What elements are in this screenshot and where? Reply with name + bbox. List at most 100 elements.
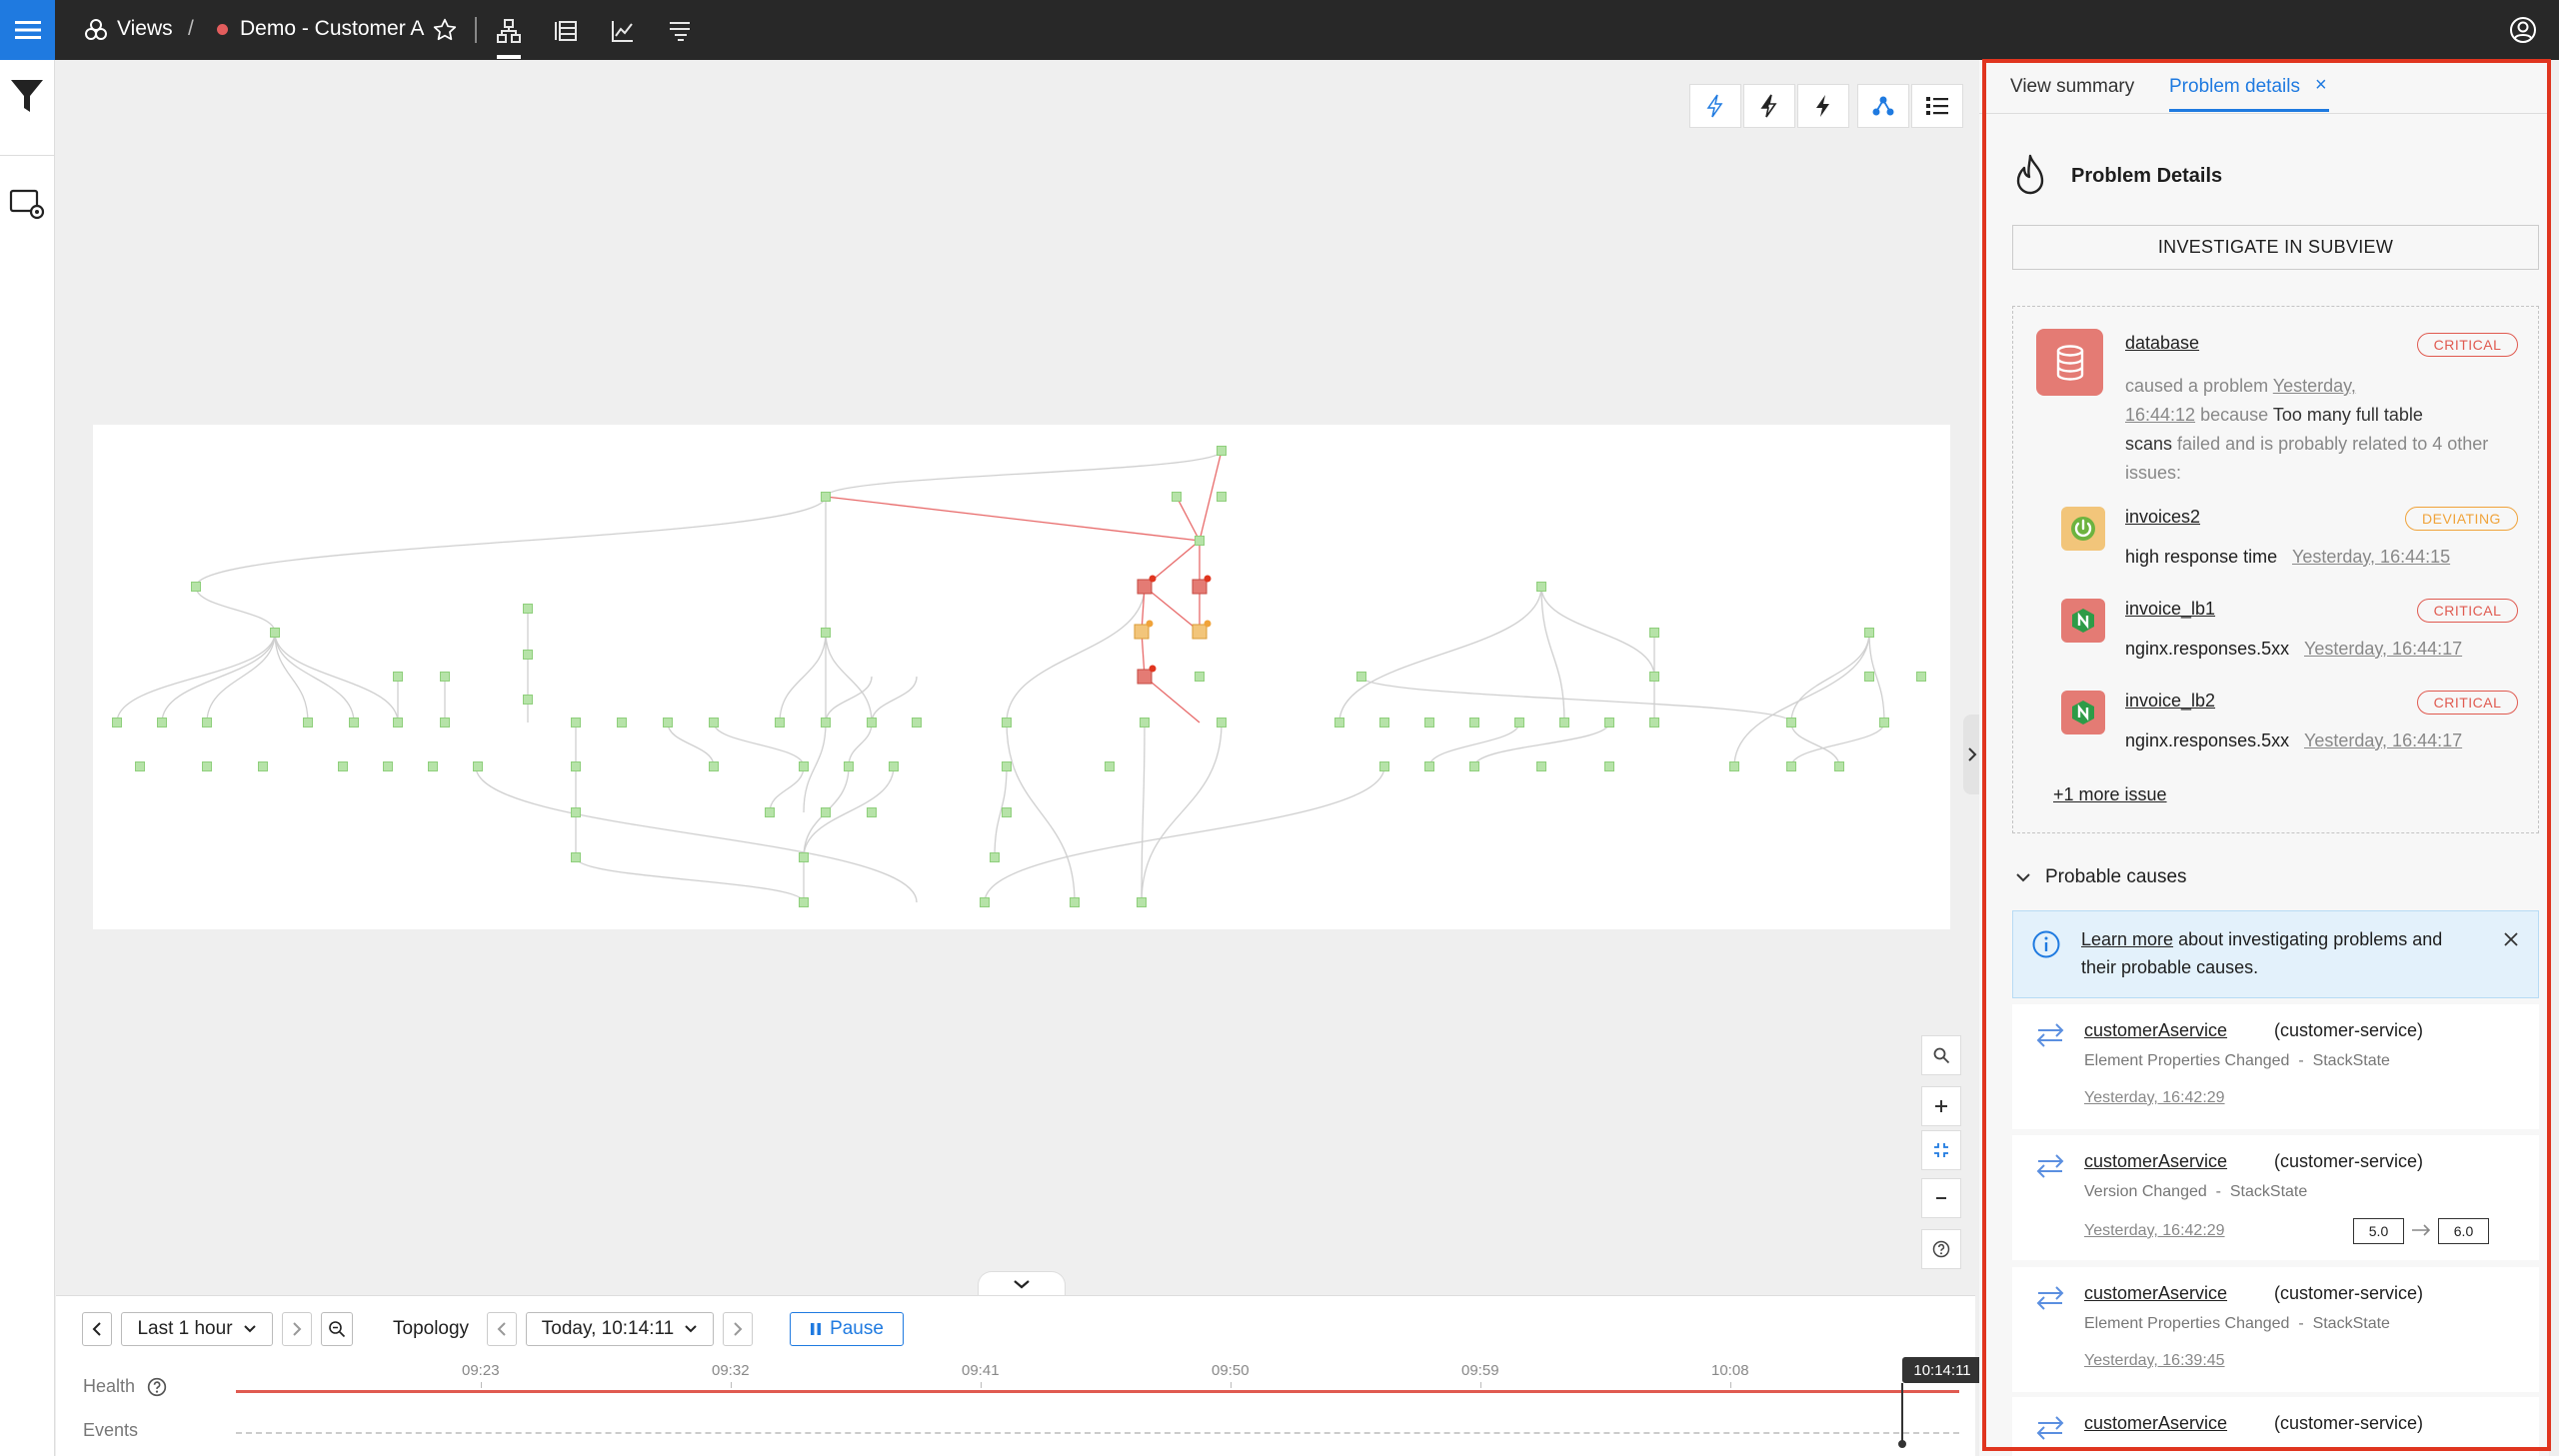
time-cursor-line[interactable] xyxy=(1901,1383,1903,1443)
events-track[interactable] xyxy=(236,1432,1959,1434)
topology-node[interactable] xyxy=(1195,672,1205,682)
close-tab-icon[interactable]: × xyxy=(2315,74,2327,97)
pause-button[interactable]: Pause xyxy=(790,1312,904,1346)
topology-node[interactable] xyxy=(523,650,533,660)
show-problems-button[interactable] xyxy=(1689,84,1741,128)
topology-node[interactable] xyxy=(821,807,831,817)
topology-node[interactable] xyxy=(1834,761,1844,771)
topology-node[interactable] xyxy=(867,807,877,817)
cause-time-link[interactable]: Yesterday, 16:42:29 xyxy=(2084,1089,2225,1107)
topology-node[interactable] xyxy=(1649,718,1659,728)
topology-node[interactable] xyxy=(440,672,450,682)
cause-component-link[interactable]: customerAservice xyxy=(2084,1283,2227,1304)
topology-node[interactable] xyxy=(821,718,831,728)
topology-node[interactable] xyxy=(571,852,581,862)
time-cursor-handle[interactable] xyxy=(1898,1440,1906,1448)
topology-node[interactable] xyxy=(1379,718,1389,728)
fit-to-screen-button[interactable] xyxy=(1921,1130,1961,1170)
topology-graph[interactable] xyxy=(93,425,1950,929)
health-help-icon[interactable] xyxy=(147,1377,167,1402)
topology-node[interactable] xyxy=(799,852,809,862)
timerange-select[interactable]: Last 1 hour xyxy=(121,1312,273,1346)
topology-node[interactable] xyxy=(1424,761,1434,771)
hamburger-menu-button[interactable] xyxy=(0,0,55,60)
timerange-next-button[interactable] xyxy=(282,1312,312,1346)
zoom-out-button[interactable] xyxy=(1921,1178,1961,1218)
graph-help-button[interactable] xyxy=(1921,1229,1961,1269)
cause-component-link[interactable]: customerAservice xyxy=(2084,1020,2227,1041)
topology-node[interactable] xyxy=(1916,672,1926,682)
topology-node[interactable] xyxy=(663,718,673,728)
topology-node[interactable] xyxy=(1217,718,1227,728)
problem-time-link[interactable]: Yesterday, xyxy=(2273,376,2356,396)
topology-node[interactable] xyxy=(202,718,212,728)
learn-more-link[interactable]: Learn more xyxy=(2081,929,2173,949)
topology-node[interactable] xyxy=(571,807,581,817)
problem-time-link[interactable]: 16:44:12 xyxy=(2125,405,2195,425)
tab-view-summary[interactable]: View summary xyxy=(2010,76,2134,98)
cause-component-link[interactable]: customerAservice xyxy=(2084,1413,2227,1434)
topology-node[interactable] xyxy=(799,761,809,771)
topology-node[interactable] xyxy=(1786,718,1796,728)
topology-node[interactable] xyxy=(1334,718,1344,728)
topology-node[interactable] xyxy=(428,761,438,771)
related-component-link[interactable]: invoice_lb2 xyxy=(2125,691,2215,712)
topology-node[interactable] xyxy=(393,672,403,682)
tab-problem-details[interactable]: Problem details xyxy=(2169,76,2300,98)
topology-node[interactable] xyxy=(1137,897,1147,907)
topology-node[interactable] xyxy=(202,761,212,771)
topology-node[interactable] xyxy=(1536,761,1546,771)
topology-node[interactable] xyxy=(157,718,167,728)
timerange-prev-button[interactable] xyxy=(82,1312,112,1346)
problem-time-link[interactable]: Yesterday, 16:44:17 xyxy=(2304,639,2462,660)
topology-node[interactable] xyxy=(1134,624,1150,640)
topology-node[interactable] xyxy=(383,761,393,771)
graph-view-toggle[interactable] xyxy=(1857,84,1909,128)
topology-node[interactable] xyxy=(523,604,533,614)
topology-node[interactable] xyxy=(473,761,483,771)
topology-node[interactable] xyxy=(191,582,201,592)
cause-card[interactable]: customerAservice (customer-service) Elem… xyxy=(2012,1267,2539,1392)
topology-node[interactable] xyxy=(1469,718,1479,728)
time-next-button[interactable] xyxy=(723,1312,753,1346)
favorite-star-icon[interactable] xyxy=(432,17,458,48)
topology-node[interactable] xyxy=(349,718,359,728)
cause-time-link[interactable]: Yesterday, 16:39:45 xyxy=(2084,1352,2225,1370)
problem-filter-button[interactable] xyxy=(1743,84,1795,128)
topology-graph-canvas[interactable] xyxy=(93,425,1950,929)
topology-node[interactable] xyxy=(1879,718,1889,728)
visualization-settings-icon[interactable] xyxy=(9,187,45,226)
topology-node[interactable] xyxy=(765,807,775,817)
health-bar[interactable] xyxy=(236,1390,1959,1393)
topology-node[interactable] xyxy=(1070,897,1080,907)
root-cause-button[interactable] xyxy=(1797,84,1849,128)
topology-node[interactable] xyxy=(1140,718,1150,728)
close-info-icon[interactable] xyxy=(2503,931,2519,952)
topology-node[interactable] xyxy=(912,718,922,728)
topology-node[interactable] xyxy=(1649,628,1659,638)
topology-node[interactable] xyxy=(799,897,809,907)
topology-node[interactable] xyxy=(821,492,831,502)
topology-node[interactable] xyxy=(1192,579,1208,595)
topology-node[interactable] xyxy=(1002,761,1012,771)
topology-node[interactable] xyxy=(1356,672,1366,682)
topology-node[interactable] xyxy=(1105,761,1115,771)
timeline-collapse-handle[interactable] xyxy=(978,1271,1066,1296)
topology-node[interactable] xyxy=(844,761,854,771)
topology-node[interactable] xyxy=(571,718,581,728)
topology-node[interactable] xyxy=(980,897,990,907)
topology-node[interactable] xyxy=(889,761,899,771)
topology-node[interactable] xyxy=(709,718,719,728)
topology-node[interactable] xyxy=(1649,672,1659,682)
topology-node[interactable] xyxy=(1002,807,1012,817)
topology-view-icon[interactable] xyxy=(492,14,526,48)
topology-node[interactable] xyxy=(867,718,877,728)
list-view-toggle[interactable] xyxy=(1911,84,1963,128)
views-link[interactable]: Views xyxy=(117,17,173,41)
topology-node[interactable] xyxy=(1604,718,1614,728)
topology-node[interactable] xyxy=(775,718,785,728)
topology-node[interactable] xyxy=(617,718,627,728)
topology-node[interactable] xyxy=(112,718,122,728)
topology-node[interactable] xyxy=(440,718,450,728)
topology-node[interactable] xyxy=(1379,761,1389,771)
